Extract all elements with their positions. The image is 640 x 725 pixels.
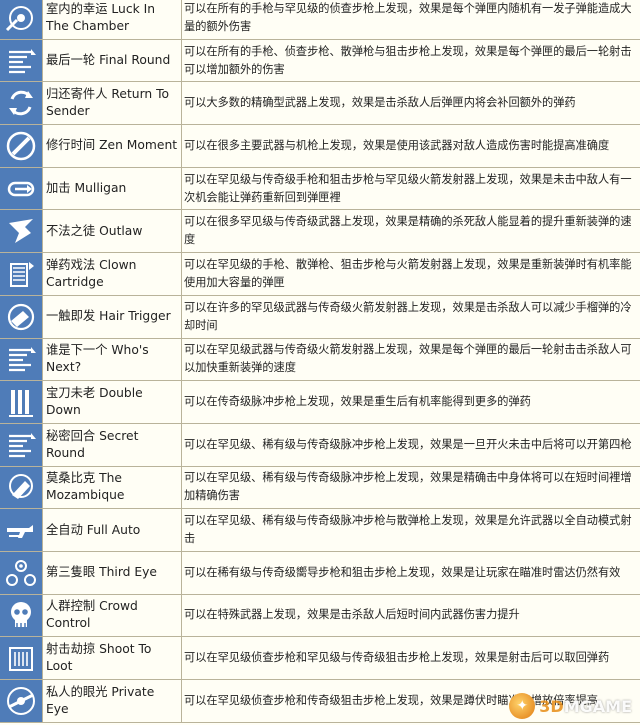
perk-row: 全自动 Full Auto 可以在罕见级、稀有级与传奇级脉冲步枪与散弹枪上发现，效…	[0, 509, 640, 552]
perk-description: 可以在罕见级、稀有级与传奇级脉冲步枪与散弹枪上发现，效果是允许武器以全自动模式射…	[184, 514, 632, 546]
perk-row: 归还寄件人 Return To Sender 可以大多数的精确型武器上发现，效果是…	[0, 82, 640, 126]
bullet-lines-icon	[0, 39, 43, 82]
perk-name: 全自动 Full Auto	[43, 509, 182, 551]
perk-description: 可以在特殊武器上发现，效果是击杀敌人后短时间内武器伤害力提升	[184, 608, 520, 622]
bullet-lines-icon	[0, 423, 43, 466]
perk-row: 谁是下一个 Who's Next? 可以在罕见级武器与传奇级火箭发射器上发现，效果…	[0, 338, 640, 382]
perk-name: 最后一轮 Final Round	[43, 39, 182, 82]
perk-description: 可以在罕见级、稀有级与传奇级脉冲步枪上发现，效果是精确击中身体将可以在短时间裡增…	[184, 471, 632, 503]
perk-description: 可以在罕见级侦查步枪和传奇级狙击步枪上发现，效果是蹲伏时瞄准能增放倍率提高	[184, 693, 598, 707]
outlaw-hand-icon	[0, 210, 43, 253]
perk-row: 射击劫掠 Shoot To Loot 可以在罕见级侦查步枪和罕见级与传奇级狙击步枪…	[0, 637, 640, 680]
return-arrows-icon	[0, 82, 43, 125]
perk-name: 一触即发 Hair Trigger	[43, 295, 182, 338]
perk-description: 可以在罕见级侦查步枪和罕见级与传奇级狙击步枪上发现，效果是射击后可以取回弹药	[184, 651, 610, 665]
perk-row: 修行时间 Zen Moment 可以在很多主要武器与机枪上发现，效果是使用该武器对…	[0, 125, 640, 168]
bars-icon	[0, 381, 43, 423]
perk-name: 私人的眼光 Private Eye	[43, 680, 182, 722]
perk-row: 室内的幸运 Luck In The Chamber 可以在所有的手枪与罕见级的侦查…	[0, 0, 640, 40]
perk-name: 弹药戏法 Clown Cartridge	[43, 253, 182, 295]
perk-description: 可以在很多罕见级与传奇级武器上发现，效果是精确的杀死敌人能显着的提升重新装弹的速…	[184, 215, 632, 247]
rifle-icon	[0, 509, 43, 551]
perk-description: 可以在所有的手枪、侦查步枪、散弹枪与狙击步枪上发现，效果是每个弹匣的最后一轮射击…	[184, 44, 632, 76]
perk-name: 第三隻眼 Third Eye	[43, 551, 182, 594]
perk-table: 室内的幸运 Luck In The Chamber 可以在所有的手枪与罕见级的侦查…	[0, 0, 640, 723]
zen-circle-icon	[0, 125, 43, 167]
perk-name: 秘密回合 Secret Round	[43, 423, 182, 466]
perk-description: 可以大多数的精确型武器上发现，效果是击杀敌人后弹匣内将会补回额外的弹药	[184, 96, 576, 110]
skull-icon	[0, 594, 43, 637]
target-icon	[0, 0, 43, 39]
perk-description: 可以在许多的罕见级武器与传奇级火箭发射器上发现，效果是击杀敌人可以减少手榴弹的冷…	[184, 300, 632, 332]
eye-icon	[0, 680, 43, 722]
target-hand-icon	[0, 466, 43, 509]
perk-description: 可以在传奇级脉冲步枪上发现，效果是重生后有机率能得到更多的弹药	[184, 395, 531, 409]
perk-name: 修行时间 Zen Moment	[43, 125, 182, 167]
perk-row: 宝刀未老 Double Down 可以在传奇级脉冲步枪上发现，效果是重生后有机率能…	[0, 381, 640, 424]
perk-row: 人群控制 Crowd Control 可以在特殊武器上发现，效果是击杀敌人后短时间…	[0, 594, 640, 638]
perk-name: 莫桑比克 The Mozambique	[43, 466, 182, 509]
perk-row: 莫桑比克 The Mozambique 可以在罕见级、稀有级与传奇级脉冲步枪上发现…	[0, 466, 640, 510]
perk-name: 归还寄件人 Return To Sender	[43, 82, 182, 125]
perk-description: 可以在很多主要武器与机枪上发现，效果是使用该武器对敌人造成伤害时能提高准确度	[184, 138, 610, 152]
perk-row: 第三隻眼 Third Eye 可以在稀有级与传奇级嚮导步枪和狙击步枪上发现，效果是…	[0, 551, 640, 595]
magazine-icon	[0, 253, 43, 295]
perk-row: 加击 Mulligan 可以在罕见级与传奇级手枪和狙击步枪与罕见级火箭发射器上发现…	[0, 167, 640, 211]
loot-icon	[0, 637, 43, 679]
perk-description: 可以在所有的手枪与罕见级的侦查步枪上发现，效果是每个弹匣内随机有一发子弹能造成大…	[184, 1, 632, 33]
perk-row: 一触即发 Hair Trigger 可以在许多的罕见级武器与传奇级火箭发射器上发现…	[0, 295, 640, 339]
perk-description: 可以在罕见级的手枪、散弹枪、狙击步枪与火箭发射器上发现，效果是重新装弹时有机率能…	[184, 257, 632, 289]
perk-name: 不法之徒 Outlaw	[43, 210, 182, 253]
third-eye-icon	[0, 551, 43, 594]
perk-description: 可以在罕见级与传奇级手枪和狙击步枪与罕见级火箭发射器上发现，效果是未击中敌人有一…	[184, 172, 632, 204]
bullet-lines-icon	[0, 338, 43, 381]
perk-row: 最后一轮 Final Round 可以在所有的手枪、侦查步枪、散弹枪与狙击步枪上发…	[0, 39, 640, 83]
perk-row: 不法之徒 Outlaw 可以在很多罕见级与传奇级武器上发现，效果是精确的杀死敌人能…	[0, 210, 640, 254]
perk-description: 可以在罕见级、稀有级与传奇级脉冲步枪上发现，效果是一旦开火未击中后将可以开第四枪	[184, 437, 632, 451]
perk-row: 私人的眼光 Private Eye 可以在罕见级侦查步枪和传奇级狙击步枪上发现，效…	[0, 680, 640, 723]
perk-row: 秘密回合 Secret Round 可以在罕见级、稀有级与传奇级脉冲步枪上发现，效…	[0, 423, 640, 467]
perk-name: 人群控制 Crowd Control	[43, 594, 182, 637]
perk-description: 可以在稀有级与传奇级嚮导步枪和狙击步枪上发现，效果是让玩家在瞄准时雷达仍然有效	[184, 565, 621, 579]
perk-row: 弹药戏法 Clown Cartridge 可以在罕见级的手枪、散弹枪、狙击步枪与火…	[0, 253, 640, 296]
perk-name: 宝刀未老 Double Down	[43, 381, 182, 423]
perk-name: 室内的幸运 Luck In The Chamber	[43, 0, 182, 39]
perk-name: 射击劫掠 Shoot To Loot	[43, 637, 182, 679]
trigger-hand-icon	[0, 295, 43, 338]
reload-loop-icon	[0, 167, 43, 210]
perk-name: 加击 Mulligan	[43, 167, 182, 210]
perk-description: 可以在罕见级武器与传奇级火箭发射器上发现，效果是每个弹匣的最后一轮射击击杀敌人可…	[184, 343, 632, 375]
perk-name: 谁是下一个 Who's Next?	[43, 338, 182, 381]
